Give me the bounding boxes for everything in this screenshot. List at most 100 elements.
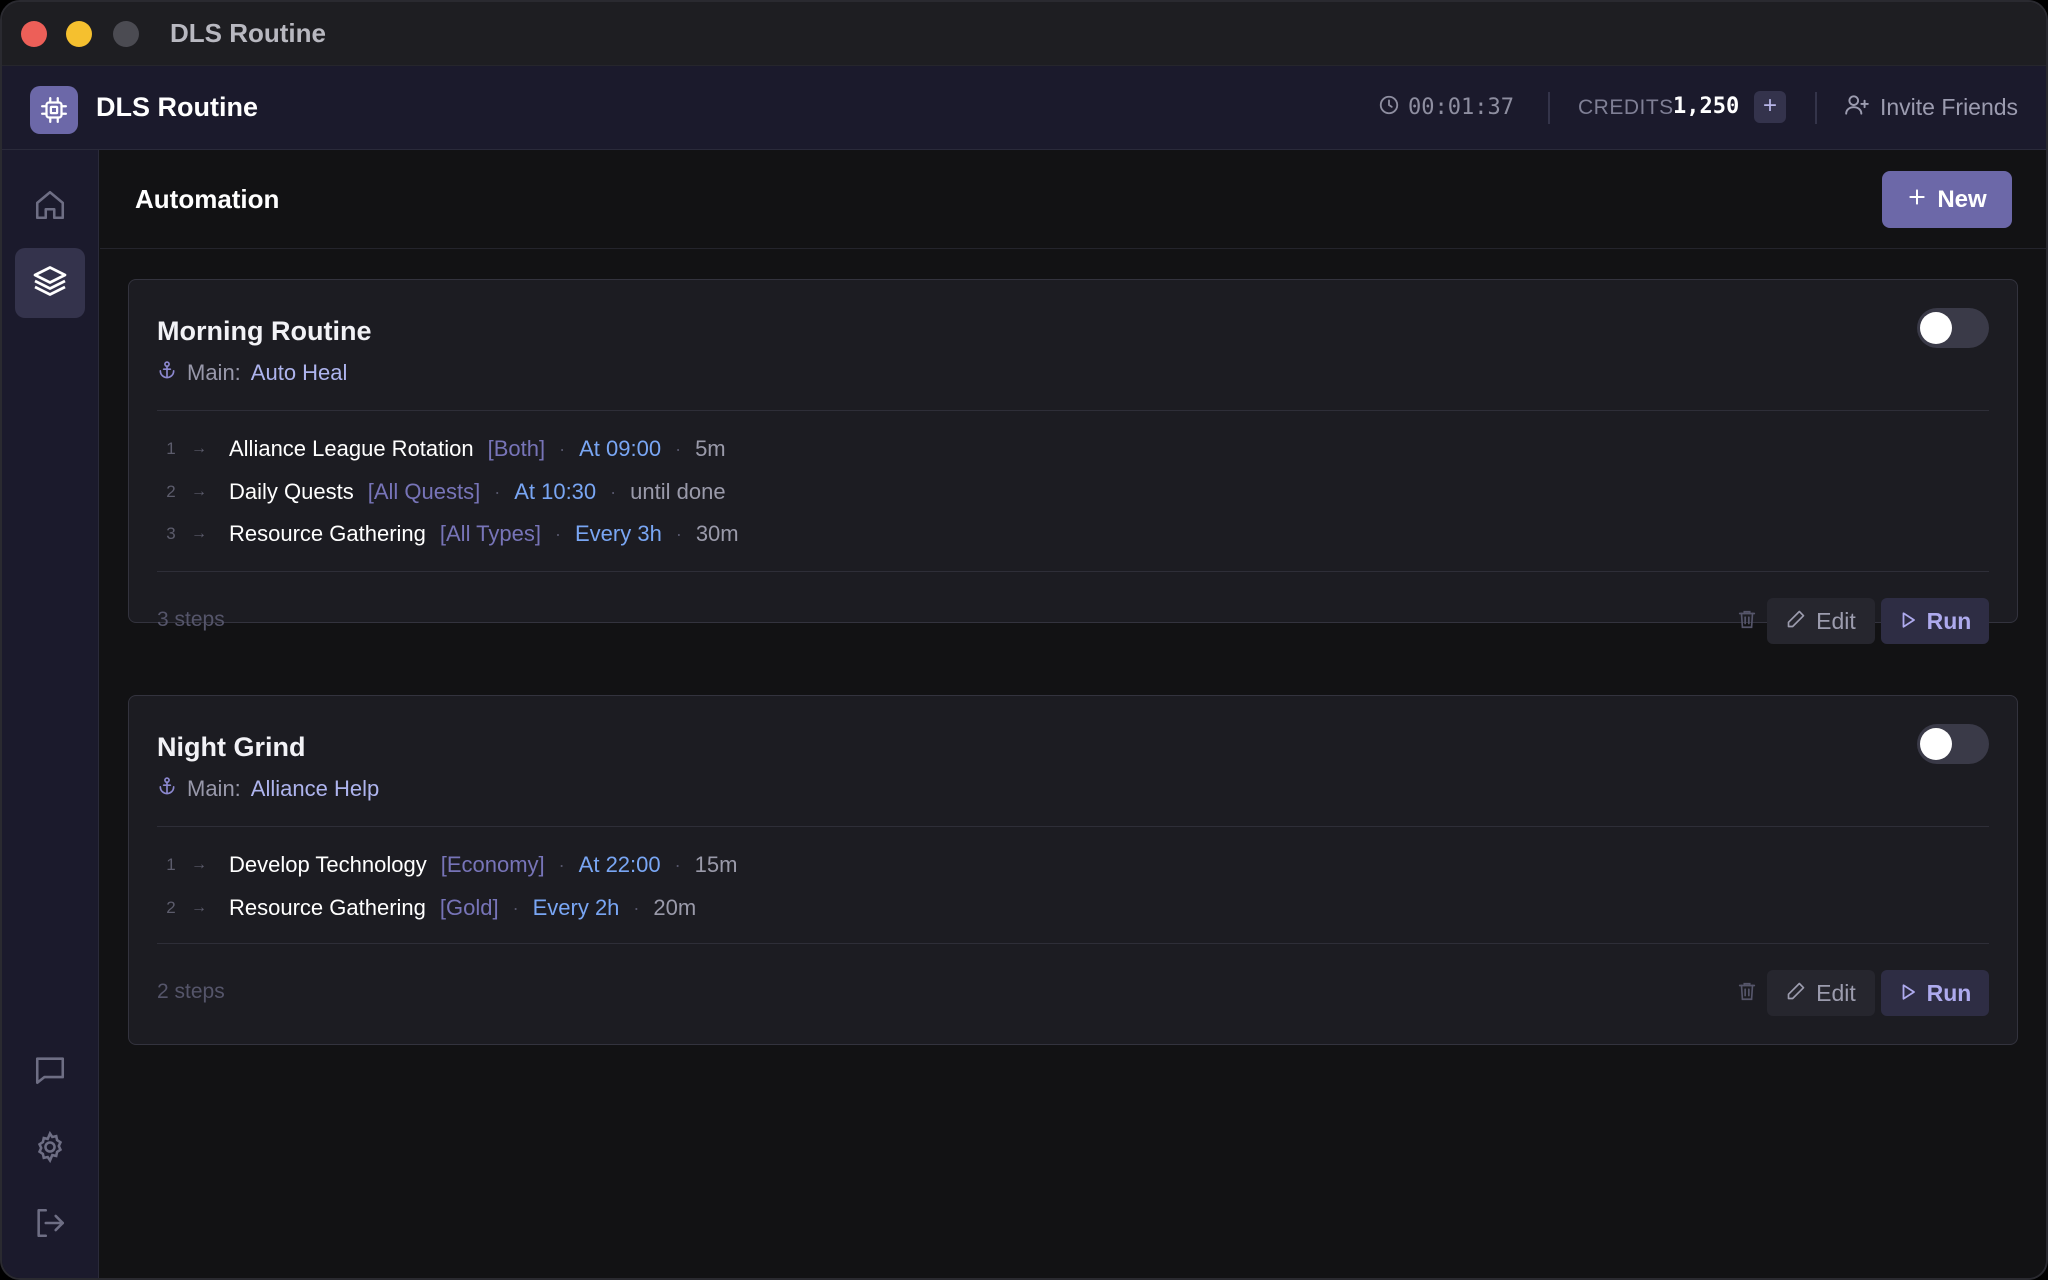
page-title: Automation [135,184,280,214]
header-divider [1548,92,1550,124]
separator-dot: · [610,481,617,502]
trash-icon [1736,608,1758,635]
card-divider [157,571,1989,572]
trash-icon [1736,980,1758,1007]
step-tag: [Economy] [440,852,545,877]
credits-value: 1,250 [1673,94,1740,119]
step-schedule: Every 2h [532,895,620,920]
edit-label: Edit [1816,607,1856,634]
routine-title: Night Grind [157,732,306,762]
header-divider [1815,92,1817,124]
sidebar-item-settings[interactable] [15,1114,85,1184]
steps-count: 3 steps [157,608,225,631]
step-tag: [All Types] [439,521,541,546]
new-routine-button[interactable]: New [1882,171,2012,228]
chip-icon [30,86,78,134]
step-name: Develop Technology [229,852,427,877]
run-routine-button[interactable]: Run [1881,598,1989,644]
separator-dot: · [633,897,640,918]
sidebar-item-home[interactable] [15,172,85,242]
step-number: 2 [166,482,176,501]
step-row: 3 → Resource Gathering [All Types] · Eve… [157,519,738,549]
steps-count: 2 steps [157,980,225,1003]
step-row: 1 → Develop Technology [Economy] · At 22… [157,850,737,880]
run-routine-button[interactable]: Run [1881,970,1989,1016]
separator-dot: · [559,438,566,459]
credits-label: CREDITS [1578,96,1674,119]
run-label: Run [1926,979,1972,1006]
session-timer: 00:01:37 [1378,94,1514,121]
sidebar-item-logout[interactable] [15,1190,85,1260]
arrow-right-icon: → [191,856,207,873]
separator-dot: · [675,523,682,544]
step-row: 2 → Daily Quests [All Quests] · At 10:30… [157,477,726,507]
layers-icon [32,263,68,304]
routine-main: Main: Alliance Help [157,776,379,802]
routine-enabled-toggle[interactable] [1917,724,1989,764]
main-value: Alliance Help [250,776,380,801]
zoom-window-button[interactable] [113,21,139,47]
play-icon [1899,608,1917,635]
separator-dot: · [554,523,561,544]
step-number: 2 [166,898,176,917]
app-window: DLS Routine DLS Routine 00:01:37 CREDITS… [0,0,2048,1280]
app-name: DLS Routine [96,92,258,122]
step-name: Daily Quests [229,479,354,504]
timer-value: 00:01:37 [1408,95,1514,120]
separator-dot: · [675,438,682,459]
close-window-button[interactable] [21,21,47,47]
clock-icon [1378,94,1400,121]
minimize-window-button[interactable] [66,21,92,47]
step-row: 2 → Resource Gathering [Gold] · Every 2h… [157,893,696,923]
step-name: Resource Gathering [229,895,426,920]
main-label: Main: [187,776,241,801]
step-tag: [All Quests] [367,479,481,504]
card-divider [157,826,1989,827]
step-tag: [Gold] [439,895,499,920]
delete-routine-button[interactable] [1730,604,1764,638]
routine-card: Morning Routine Main: Auto Heal 1 → Alli… [128,279,2018,644]
invite-friends-button[interactable]: Invite Friends [1844,92,2018,123]
add-credits-button[interactable]: + [1754,91,1786,123]
run-label: Run [1926,607,1972,634]
card-divider [157,410,1989,411]
routine-enabled-toggle[interactable] [1917,308,1989,348]
sidebar [2,150,99,1278]
main-value: Auto Heal [250,360,348,385]
step-number: 3 [166,524,176,543]
title-bar: DLS Routine [2,2,2046,66]
pencil-icon [1786,608,1806,635]
edit-routine-button[interactable]: Edit [1767,598,1875,644]
arrow-right-icon: → [191,899,207,916]
chat-icon [33,1053,67,1092]
step-number: 1 [166,439,176,458]
sidebar-item-chat[interactable] [15,1037,85,1107]
step-name: Alliance League Rotation [229,436,474,461]
routine-card: Night Grind Main: Alliance Help 1 → Deve… [128,695,2018,1045]
new-routine-label: New [1937,185,1987,213]
separator-dot: · [674,854,681,875]
user-plus-icon [1844,92,1870,123]
step-duration: 20m [653,895,697,920]
app-header: DLS Routine 00:01:37 CREDITS 1,250 + Inv… [2,66,2046,150]
home-icon [33,188,67,227]
step-duration: until done [630,479,726,504]
delete-routine-button[interactable] [1730,976,1764,1010]
arrow-right-icon: → [191,525,207,542]
separator-dot: · [558,854,565,875]
gear-icon [33,1130,67,1169]
step-duration: 5m [695,436,726,461]
step-row: 1 → Alliance League Rotation [Both] · At… [157,434,726,464]
separator-dot: · [512,897,519,918]
routine-main: Main: Auto Heal [157,360,347,386]
step-number: 1 [166,855,176,874]
main-content: Automation New Morning Routine Main: Aut… [100,150,2046,1278]
invite-friends-label: Invite Friends [1880,94,2019,120]
play-icon [1899,980,1917,1007]
anchor-icon [157,360,177,386]
step-schedule: At 09:00 [579,436,662,461]
edit-routine-button[interactable]: Edit [1767,970,1875,1016]
step-tag: [Both] [487,436,546,461]
logout-icon [33,1206,67,1245]
sidebar-item-automation[interactable] [15,248,85,318]
